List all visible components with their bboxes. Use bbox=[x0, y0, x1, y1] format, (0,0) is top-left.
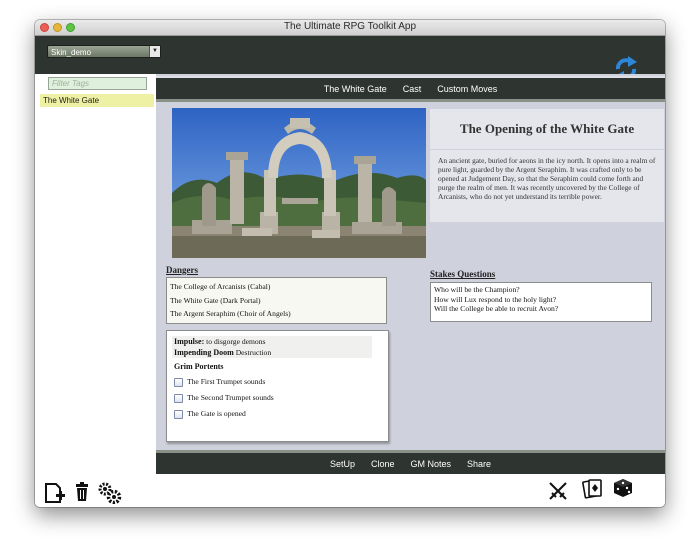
dangers-list: The College of Arcanists (Cabal) The Whi… bbox=[166, 277, 387, 324]
share-button[interactable]: Share bbox=[467, 459, 491, 469]
portent-item: The Second Trumpet sounds bbox=[174, 392, 274, 404]
dice-icon[interactable] bbox=[613, 478, 633, 498]
tab-the-white-gate[interactable]: The White Gate bbox=[324, 84, 387, 94]
settings-gears-icon[interactable] bbox=[98, 482, 122, 504]
top-toolbar: Skin_demo ▼ bbox=[35, 36, 665, 82]
clone-button[interactable]: Clone bbox=[371, 459, 395, 469]
chevron-down-icon: ▼ bbox=[149, 46, 160, 57]
stakes-question: Who will be the Champion? bbox=[434, 285, 520, 294]
stakes-question: How will Lux respond to the holy light? bbox=[434, 294, 557, 304]
tag-sidebar bbox=[35, 74, 157, 464]
tab-cast[interactable]: Cast bbox=[403, 84, 422, 94]
tab-custom-moves[interactable]: Custom Moves bbox=[437, 84, 497, 94]
portent-label: The Second Trumpet sounds bbox=[187, 393, 274, 402]
portent-label: The Gate is opened bbox=[187, 409, 246, 418]
portent-checkbox[interactable] bbox=[174, 377, 183, 387]
impending-doom-value[interactable]: Destruction bbox=[236, 348, 271, 357]
filter-tags-input[interactable] bbox=[48, 77, 147, 90]
danger-item[interactable]: The Argent Seraphim (Choir of Angels) bbox=[170, 307, 383, 321]
setup-button[interactable]: SetUp bbox=[330, 459, 355, 469]
impending-doom-row: Impending Doom Destruction bbox=[174, 348, 271, 357]
impulse-label: Impulse: bbox=[174, 337, 205, 346]
portent-item: The First Trumpet sounds bbox=[174, 376, 265, 388]
stakes-heading: Stakes Questions bbox=[430, 269, 496, 279]
danger-item[interactable]: The College of Arcanists (Cabal) bbox=[170, 280, 383, 294]
impulse-row: Impulse: to disgorge demons bbox=[174, 337, 265, 346]
new-document-icon[interactable] bbox=[44, 482, 66, 504]
front-tabs: The White Gate Cast Custom Moves bbox=[156, 76, 665, 102]
footer-bar bbox=[35, 474, 665, 507]
front-image[interactable] bbox=[172, 108, 426, 258]
crossed-swords-icon[interactable] bbox=[547, 480, 569, 502]
portent-checkbox[interactable] bbox=[174, 409, 183, 419]
stakes-question: Will the College be able to recruit Avon… bbox=[434, 304, 559, 313]
skin-select[interactable]: Skin_demo ▼ bbox=[47, 45, 161, 58]
impulse-value[interactable]: to disgorge demons bbox=[206, 337, 265, 346]
grim-portents-heading: Grim Portents bbox=[174, 362, 224, 371]
danger-details-panel: Impulse: to disgorge demons Impending Do… bbox=[166, 330, 389, 442]
front-description[interactable]: An ancient gate, buried for aeons in the… bbox=[430, 150, 664, 222]
portent-checkbox[interactable] bbox=[174, 393, 183, 403]
portent-item: The Gate is opened bbox=[174, 408, 246, 420]
sidebar-item-the-white-gate[interactable]: The White Gate bbox=[40, 94, 154, 107]
title-bar: The Ultimate RPG Toolkit App bbox=[35, 20, 665, 36]
window-title: The Ultimate RPG Toolkit App bbox=[283, 21, 417, 32]
skin-select-value: Skin_demo bbox=[51, 48, 92, 57]
bottom-action-bar: SetUp Clone GM Notes Share bbox=[156, 450, 665, 474]
impending-doom-label: Impending Doom bbox=[174, 348, 234, 357]
stakes-list[interactable]: Who will be the Champion? How will Lux r… bbox=[430, 282, 652, 322]
trash-icon[interactable] bbox=[75, 482, 89, 502]
card-deck-icon[interactable] bbox=[582, 478, 604, 500]
danger-item[interactable]: The White Gate (Dark Portal) bbox=[170, 294, 383, 308]
dangers-heading: Dangers bbox=[166, 265, 198, 275]
front-title: The Opening of the White Gate bbox=[430, 109, 664, 149]
gm-notes-button[interactable]: GM Notes bbox=[410, 459, 451, 469]
app-window: The Ultimate RPG Toolkit App Skin_demo ▼… bbox=[35, 20, 665, 507]
portent-label: The First Trumpet sounds bbox=[187, 377, 266, 386]
